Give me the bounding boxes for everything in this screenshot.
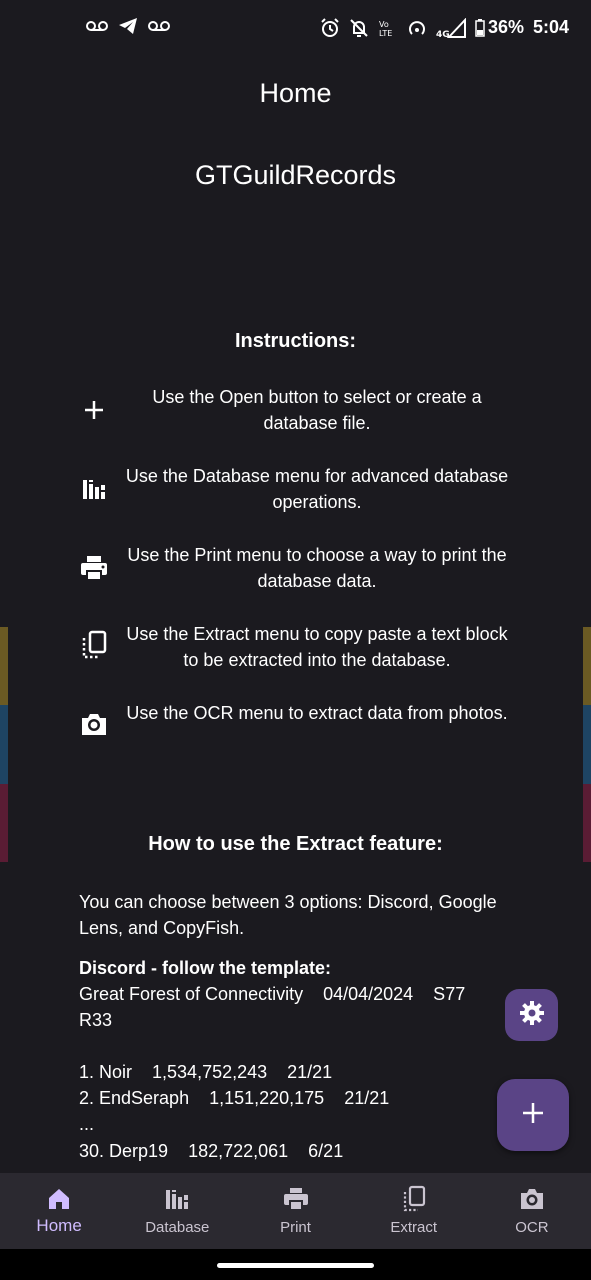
- template-row: ...: [79, 1114, 95, 1134]
- gear-icon: [519, 1000, 545, 1031]
- add-icon: [78, 394, 110, 426]
- template-line: R33: [79, 1010, 113, 1030]
- nav-ocr[interactable]: OCR: [473, 1173, 591, 1249]
- nav-label: Print: [280, 1219, 311, 1236]
- side-accent-bar: [583, 627, 591, 705]
- home-gesture-handle[interactable]: [217, 1263, 374, 1268]
- hotspot-icon: [407, 18, 427, 38]
- nav-database[interactable]: Database: [118, 1173, 236, 1249]
- volte-icon: Vo LTE: [378, 18, 398, 38]
- side-accent-bar: [583, 705, 591, 784]
- instruction-open: Use the Open button to select or create …: [0, 384, 591, 444]
- camera-icon: [518, 1185, 546, 1213]
- nav-extract[interactable]: Extract: [355, 1173, 473, 1249]
- status-system: Vo LTE 4G 36% 5:04: [320, 17, 569, 38]
- svg-text:Vo: Vo: [379, 20, 389, 29]
- side-accent-bar: [0, 627, 8, 705]
- print-icon: [282, 1185, 310, 1213]
- database-icon: [163, 1185, 191, 1213]
- instruction-text: Use the Extract menu to copy paste a tex…: [126, 624, 508, 670]
- notifications-off-icon: [349, 18, 369, 38]
- network-type: 4G: [436, 30, 450, 38]
- template-row: 30. Derp19 182,722,061 6/21: [79, 1141, 344, 1161]
- battery-icon: [475, 18, 485, 37]
- instructions-title: Instructions:: [234, 330, 357, 352]
- extract-help-intro: You can choose between 3 options: Discor…: [79, 892, 497, 938]
- nav-label: OCR: [515, 1219, 549, 1236]
- template-line: Great Forest of Connectivity 04/04/2024 …: [79, 984, 466, 1004]
- telegram-icon: [118, 17, 138, 35]
- voicemail-icon: [148, 20, 170, 32]
- instruction-text: Use the Print menu to choose a way to pr…: [127, 545, 507, 591]
- home-icon: [45, 1185, 73, 1213]
- settings-button[interactable]: [505, 989, 558, 1041]
- bottom-navigation: Home Database Print Extract OCR: [0, 1173, 591, 1249]
- database-icon: [78, 473, 110, 505]
- open-button[interactable]: [497, 1079, 569, 1151]
- instruction-database: Use the Database menu for advanced datab…: [0, 463, 591, 523]
- app-name: GTGuildRecords: [194, 160, 397, 190]
- extract-icon: [400, 1185, 428, 1213]
- instruction-print: Use the Print menu to choose a way to pr…: [0, 542, 591, 602]
- extract-icon: [78, 629, 110, 661]
- nav-home[interactable]: Home: [0, 1173, 118, 1249]
- template-row: 1. Noir 1,534,752,243 21/21: [79, 1062, 333, 1082]
- instruction-text: Use the OCR menu to extract data from ph…: [126, 703, 508, 723]
- svg-text:LTE: LTE: [379, 29, 392, 38]
- nav-label: Home: [36, 1216, 82, 1235]
- status-bar: Vo LTE 4G 36% 5:04: [0, 0, 591, 58]
- status-notifications: [86, 17, 170, 35]
- instruction-extract: Use the Extract menu to copy paste a tex…: [0, 621, 591, 681]
- nav-label: Database: [145, 1219, 210, 1236]
- instruction-text: Use the Open button to select or create …: [152, 387, 482, 433]
- side-accent-bar: [0, 705, 8, 784]
- instruction-ocr: Use the OCR menu to extract data from ph…: [0, 700, 591, 760]
- camera-icon: [78, 708, 110, 740]
- template-row: 2. EndSeraph 1,151,220,175 21/21: [79, 1088, 390, 1108]
- add-icon: [520, 1100, 546, 1131]
- page-title: Home: [259, 78, 332, 108]
- discord-heading: Discord - follow the template:: [79, 958, 332, 978]
- voicemail-icon: [86, 20, 108, 32]
- alarm-icon: [320, 17, 340, 38]
- nav-label: Extract: [390, 1219, 438, 1236]
- extract-help-title: How to use the Extract feature:: [148, 833, 443, 855]
- instruction-text: Use the Database menu for advanced datab…: [125, 466, 509, 512]
- battery-percent: 36%: [487, 17, 524, 37]
- print-icon: [78, 552, 110, 584]
- signal-icon: 4G: [436, 17, 466, 38]
- nav-print[interactable]: Print: [236, 1173, 354, 1249]
- clock: 5:04: [532, 17, 569, 37]
